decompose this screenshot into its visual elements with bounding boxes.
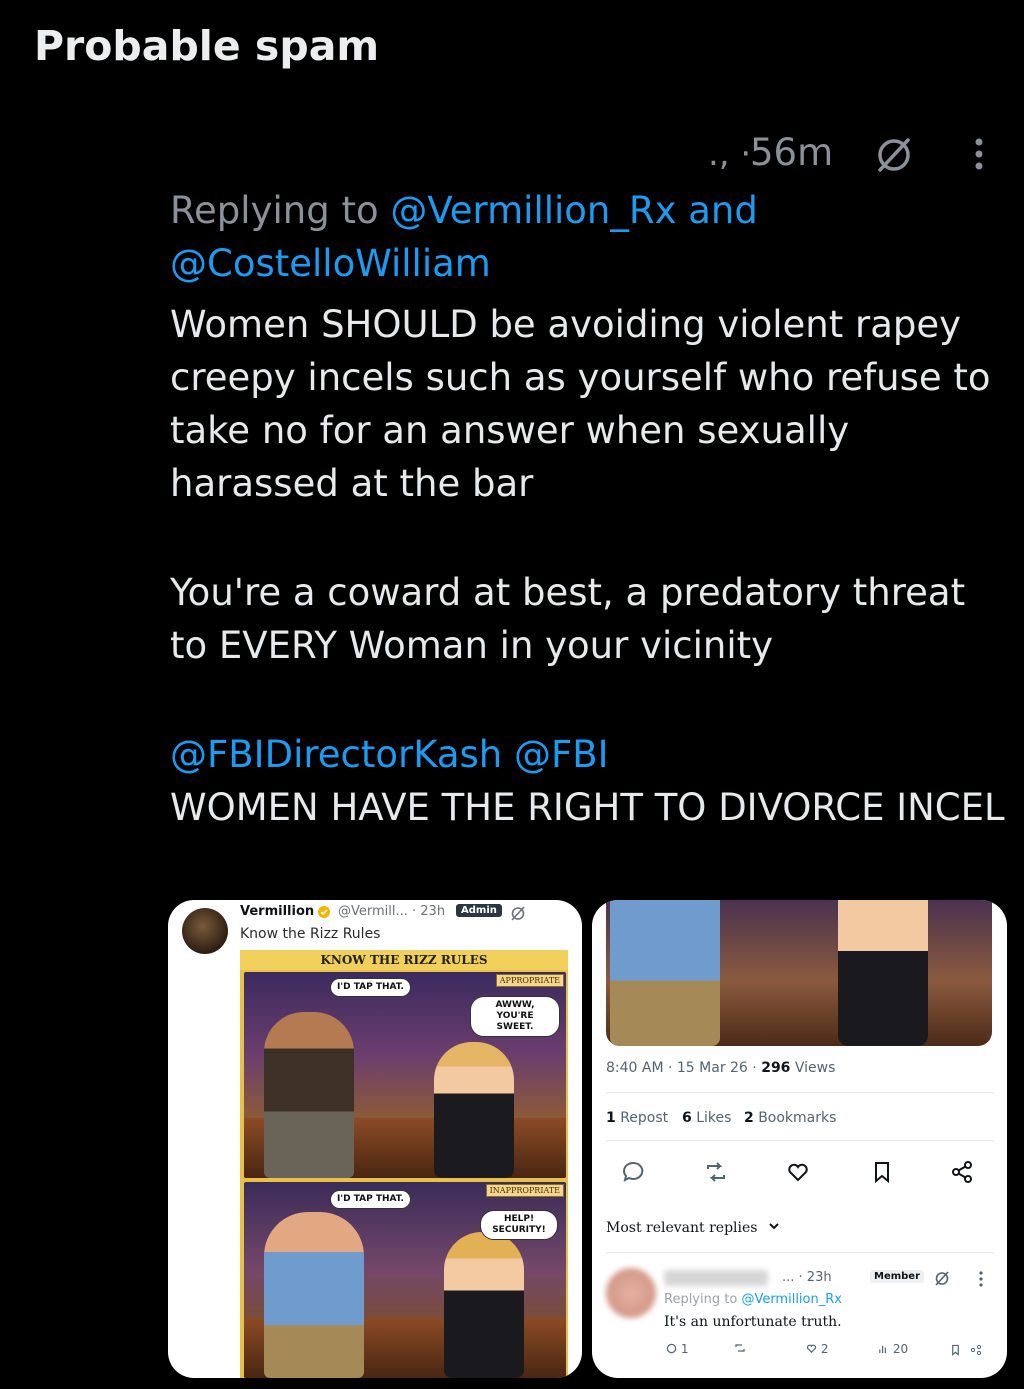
replying-and[interactable]: and [688,189,758,232]
man-figure [610,900,720,1046]
meta-dots: ., · [708,134,752,174]
mentions[interactable]: @FBIDirectorKash @FBI [170,733,609,776]
tweet-meta: ., · 56m [706,130,1006,178]
speech-bubble: HELP! SECURITY! [480,1210,558,1240]
post-timestamp-views: 8:40 AM · 15 Mar 26 · 296 Views [606,1060,836,1076]
speech-bubble: I'D TAP THAT. [330,1190,411,1209]
like-icon [806,1344,817,1354]
section-title: Probable spam [34,22,380,70]
man-figure [264,1012,354,1178]
replying-to: Replying to @Vermillion_Rx and @Costello… [170,184,1010,290]
views-icon [879,1345,886,1354]
woman-figure [838,900,928,1046]
embed-subtitle: Know the Rizz Rules [240,926,381,942]
woman-figure [434,1042,514,1178]
more-icon [979,1271,983,1287]
repost-icon [735,1344,745,1352]
embed-author-name: Vermillion [240,904,315,919]
speech-bubble: I'D TAP THAT. [330,978,411,997]
reply-like-count[interactable]: 2 [806,1342,828,1356]
embedded-image-left[interactable]: Vermillion @Vermill... · 23h Admin Know … [168,900,582,1378]
bar-photo [606,900,992,1046]
bookmark-icon[interactable] [870,1160,894,1184]
like-icon[interactable] [786,1160,810,1184]
reply-replying-to: Replying to @Vermillion_Rx [664,1292,842,1307]
reply-meta: ... · 23h [782,1270,832,1285]
embed-handle-time: @Vermill... · 23h [338,904,446,919]
tag-appropriate: APPROPRIATE [495,974,564,987]
tweet-paragraph-2: You're a coward at best, a predatory thr… [170,571,966,667]
replying-prefix: Replying to [170,189,391,232]
avatar [182,908,228,954]
grok-icon [511,906,525,921]
like-count[interactable]: 6 Likes [682,1110,731,1126]
bookmark-count[interactable]: 2 Bookmarks [744,1110,836,1126]
grok-icon[interactable] [874,134,914,174]
grok-icon [935,1271,949,1286]
reply-avatar [606,1268,656,1318]
reply-icon [666,1343,677,1354]
speech-bubble: AWWW, YOU'RE SWEET. [470,996,560,1037]
member-badge: Member [870,1270,925,1283]
comic-image: KNOW THE RIZZ RULES APPROPRIATE I'D TAP … [240,950,568,1378]
chevron-down-icon [769,1223,779,1230]
more-icon[interactable] [972,136,986,172]
tag-inappropriate: INAPPROPRIATE [485,1184,564,1197]
reply-text: It's an unfortunate truth. [664,1314,842,1330]
reply-repost[interactable] [734,1342,746,1356]
reply-view-count[interactable]: 20 [878,1342,908,1356]
tweet-caps-text: WOMEN HAVE THE RIGHT TO DIVORCE INCEL [170,786,1005,829]
mention-costello[interactable]: @CostelloWilliam [170,242,491,285]
repost-icon[interactable] [704,1160,728,1184]
admin-badge: Admin [456,904,502,917]
bookmark-icon[interactable] [950,1344,961,1356]
reply-comment-count[interactable]: 1 [666,1342,688,1356]
reply-icon[interactable] [622,1160,646,1184]
share-icon[interactable] [970,1344,982,1356]
tweet-paragraph-1: Women SHOULD be avoiding violent rapey c… [170,303,991,505]
comic-panel-inappropriate: INAPPROPRIATE I'D TAP THAT. HELP! SECURI… [244,1182,566,1378]
tweet-time[interactable]: 56m [750,131,833,174]
sort-replies-dropdown[interactable]: Most relevant replies [606,1220,780,1236]
comic-panel-appropriate: APPROPRIATE I'D TAP THAT. AWWW, YOU'RE S… [244,972,566,1178]
verified-icon [318,906,330,918]
share-icon[interactable] [950,1160,974,1184]
repost-count[interactable]: 1 Repost [606,1110,668,1126]
mention-vermillion[interactable]: @Vermillion_Rx [390,189,676,232]
reply-author-name-blurred [664,1270,768,1286]
embedded-image-right[interactable]: 8:40 AM · 15 Mar 26 · 296 Views 1 Repost… [592,900,1007,1378]
man-figure [264,1212,364,1378]
comic-title: KNOW THE RIZZ RULES [240,950,568,970]
tweet-paragraph-3: @FBIDirectorKash @FBI WOMEN HAVE THE RIG… [170,728,1010,834]
woman-figure [444,1232,524,1378]
